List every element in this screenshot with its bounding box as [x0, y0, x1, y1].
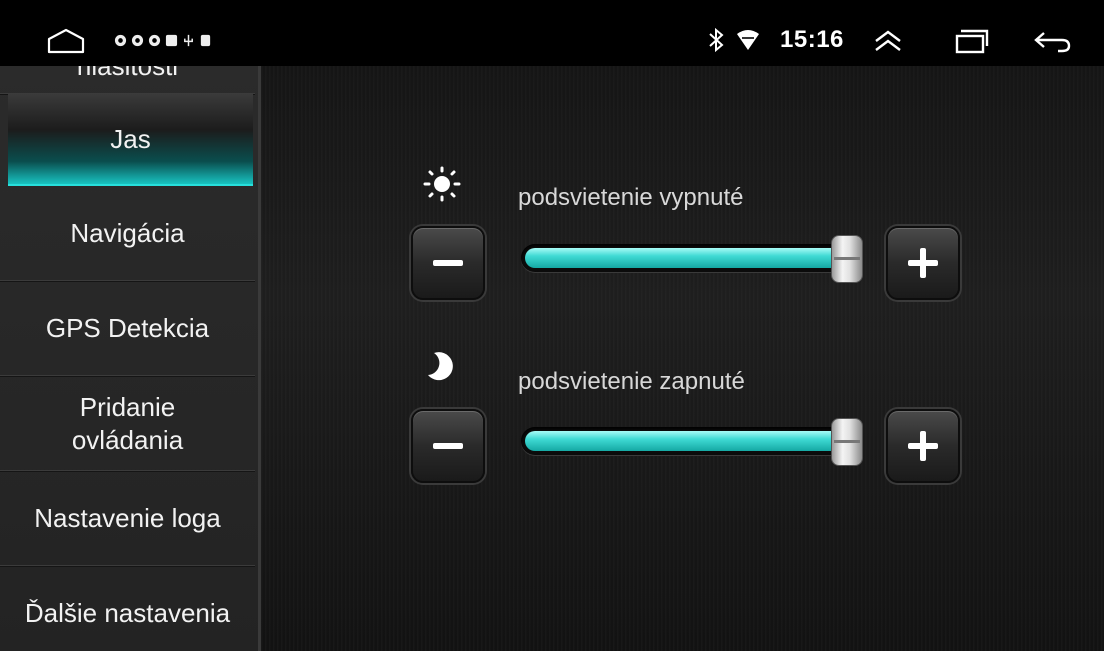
notification-icon — [114, 34, 127, 46]
sidebar-item-more-settings[interactable]: Ďalšie nastavenia — [0, 566, 255, 651]
slider-fill — [525, 248, 846, 268]
notification-icon — [131, 34, 144, 46]
moon-icon — [421, 346, 461, 386]
sidebar-item-label: Pridanie ovládania — [71, 392, 184, 455]
day-increase-button[interactable] — [886, 226, 960, 300]
chevron-up-icon[interactable] — [870, 26, 906, 56]
sidebar-item-label: Nastavenie loga — [34, 503, 221, 534]
status-bar: 15:16 — [0, 14, 1104, 66]
night-increase-button[interactable] — [886, 409, 960, 483]
wifi-icon — [735, 26, 761, 54]
sidebar-item-label: GPS Detekcia — [45, 313, 210, 344]
day-brightness-slider[interactable] — [521, 235, 863, 283]
brightness-panel: podsvietenie vypnuté podsvietenie zapnut… — [261, 66, 1104, 651]
slider-fill — [525, 431, 846, 451]
sidebar-item-add-controls[interactable]: Pridanie ovládania — [0, 376, 255, 472]
home-icon[interactable] — [44, 26, 88, 56]
minus-icon — [433, 260, 463, 266]
sidebar-item-logo-settings[interactable]: Nastavenie loga — [0, 471, 255, 567]
sidebar-item-volume[interactable]: hlasitosti — [0, 66, 255, 95]
notification-icon — [200, 34, 211, 46]
usb-icon — [184, 34, 193, 46]
night-decrease-button[interactable] — [411, 409, 485, 483]
sidebar-item-brightness[interactable]: Jas — [8, 94, 253, 186]
slider-thumb[interactable] — [831, 418, 863, 466]
sidebar-item-gps-detection[interactable]: GPS Detekcia — [0, 281, 255, 377]
sidebar-item-navigation[interactable]: Navigácia — [0, 186, 255, 282]
plus-icon — [908, 248, 938, 278]
clock-time: 15:16 — [780, 26, 844, 53]
notification-icon — [148, 34, 161, 46]
sun-icon — [419, 164, 465, 204]
bluetooth-icon — [706, 26, 726, 54]
sidebar-item-label: Ďalšie nastavenia — [24, 598, 231, 629]
notification-icons — [114, 28, 212, 52]
sidebar-item-label: Jas — [110, 123, 151, 154]
sidebar-item-label: hlasitosti — [77, 66, 178, 82]
settings-sidebar: hlasitosti Jas Navigácia GPS Detekcia Pr… — [0, 66, 261, 651]
slider-thumb[interactable] — [831, 235, 863, 283]
minus-icon — [433, 443, 463, 449]
night-brightness-slider[interactable] — [521, 418, 863, 466]
notification-icon — [165, 34, 178, 46]
back-icon[interactable] — [1030, 26, 1074, 56]
recent-apps-icon[interactable] — [952, 26, 992, 56]
day-decrease-button[interactable] — [411, 226, 485, 300]
sidebar-item-label: Navigácia — [70, 218, 185, 249]
day-backlight-label: podsvietenie vypnuté — [518, 184, 744, 211]
night-backlight-label: podsvietenie zapnuté — [518, 368, 745, 395]
plus-icon — [908, 431, 938, 461]
